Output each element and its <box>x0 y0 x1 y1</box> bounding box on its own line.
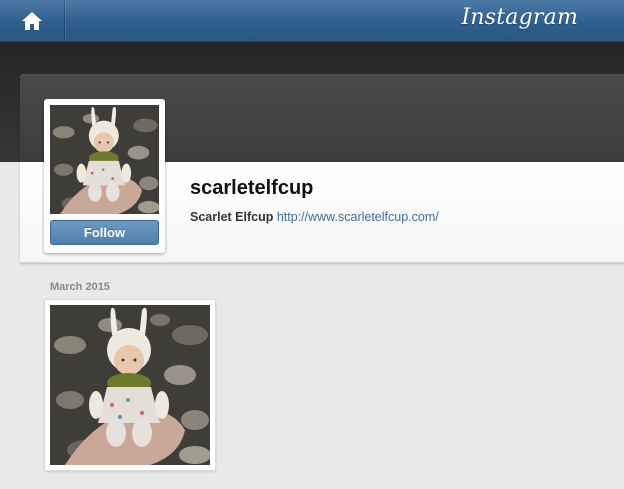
home-button[interactable] <box>0 0 65 41</box>
month-heading: March 2015 <box>50 281 110 293</box>
photo-thumbnail[interactable] <box>44 299 216 471</box>
knitted-doll-photo <box>50 105 159 214</box>
avatar: Follow <box>44 99 165 253</box>
top-nav-bar: Instagram <box>0 0 624 42</box>
follow-button[interactable]: Follow <box>50 220 159 245</box>
avatar-photo[interactable] <box>50 105 159 214</box>
profile-website-link[interactable]: http://www.scarletelfcup.com/ <box>277 210 439 224</box>
profile-username: scarletelfcup <box>190 177 314 199</box>
profile-full-name: Scarlet Elfcup <box>190 210 274 224</box>
knitted-doll-photo <box>50 305 210 465</box>
instagram-logo[interactable]: Instagram <box>462 5 578 30</box>
profile-bio: Scarlet Elfcup http://www.scarletelfcup.… <box>190 210 439 224</box>
home-icon <box>22 11 42 30</box>
photo-image <box>50 305 210 465</box>
